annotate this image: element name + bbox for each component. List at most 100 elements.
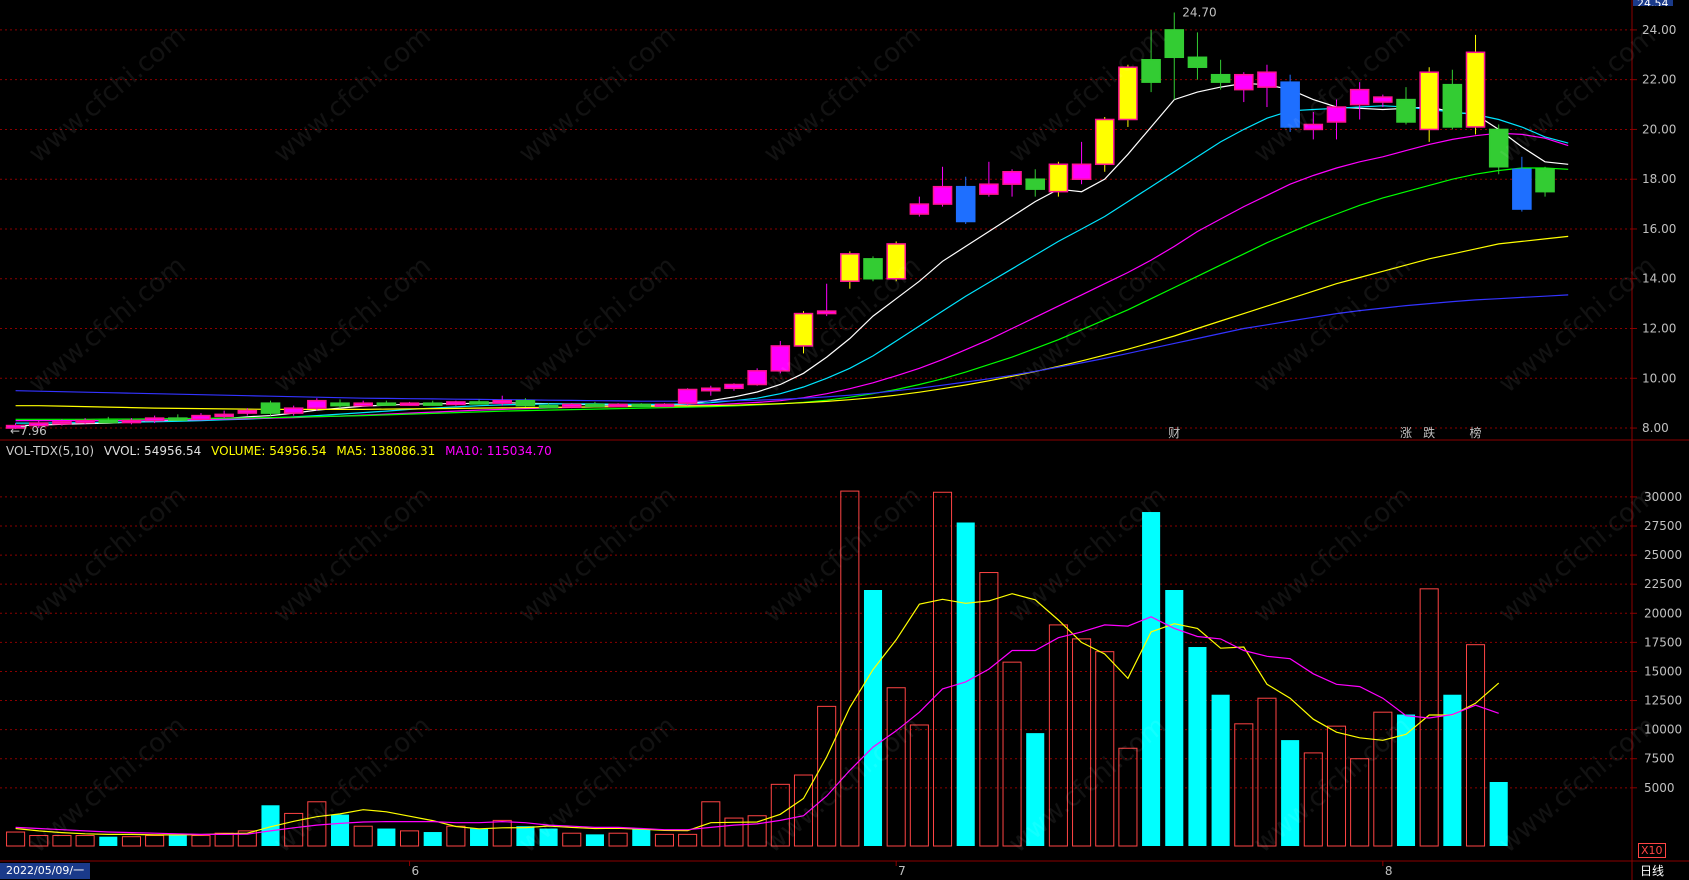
- candle-body[interactable]: [144, 417, 165, 422]
- candle-body[interactable]: [1488, 128, 1509, 168]
- candle-body[interactable]: [75, 419, 95, 424]
- candle-body[interactable]: [1071, 163, 1092, 180]
- candle-body[interactable]: [1234, 73, 1254, 91]
- volume-bar[interactable]: [1118, 747, 1138, 847]
- volume-bar[interactable]: [52, 835, 72, 847]
- volume-bar[interactable]: [330, 814, 350, 846]
- candle-body[interactable]: [98, 419, 119, 424]
- candle-body[interactable]: [446, 401, 466, 406]
- candle-body[interactable]: [863, 258, 883, 280]
- candle-body[interactable]: [816, 310, 837, 315]
- candle-body[interactable]: [701, 387, 721, 392]
- date-label[interactable]: 2022/05/09/一: [0, 863, 91, 879]
- candle-body[interactable]: [1373, 96, 1393, 103]
- volume-bar[interactable]: [932, 491, 953, 847]
- volume-bar[interactable]: [817, 705, 837, 847]
- candle-body[interactable]: [1419, 71, 1439, 131]
- candle-body[interactable]: [1280, 81, 1300, 128]
- candle-body[interactable]: [469, 401, 489, 405]
- candle-body[interactable]: [1118, 66, 1138, 121]
- candle-body[interactable]: [121, 419, 142, 424]
- candle-body[interactable]: [1465, 51, 1486, 128]
- candle-body[interactable]: [1396, 98, 1416, 123]
- volume-bar[interactable]: [1281, 740, 1300, 846]
- volume-bar[interactable]: [1303, 752, 1323, 847]
- volume-bar[interactable]: [168, 834, 187, 846]
- volume-bar[interactable]: [1489, 782, 1508, 846]
- candle-body[interactable]: [886, 243, 906, 280]
- candle-body[interactable]: [353, 402, 373, 407]
- candle-body[interactable]: [1512, 168, 1532, 210]
- event-marker[interactable]: 榜: [1470, 425, 1482, 440]
- volume-bar[interactable]: [1257, 697, 1277, 847]
- candle-body[interactable]: [1303, 123, 1324, 131]
- candle-body[interactable]: [1210, 73, 1231, 83]
- volume-bar[interactable]: [886, 687, 906, 847]
- volume-bar[interactable]: [1072, 638, 1092, 847]
- volume-bar[interactable]: [1026, 733, 1045, 846]
- event-marker[interactable]: 财: [1168, 426, 1180, 440]
- volume-bar[interactable]: [678, 833, 698, 847]
- volume-bar[interactable]: [562, 832, 582, 847]
- candle-body[interactable]: [168, 417, 188, 421]
- candle-body[interactable]: [214, 413, 234, 418]
- event-marker[interactable]: 跌: [1423, 425, 1435, 440]
- volume-bar[interactable]: [446, 825, 466, 847]
- candle-body[interactable]: [677, 388, 698, 404]
- volume-bar[interactable]: [400, 830, 420, 847]
- volume-bar[interactable]: [654, 833, 674, 847]
- volume-bar[interactable]: [470, 828, 489, 846]
- candle-body[interactable]: [932, 185, 953, 205]
- candle-body[interactable]: [399, 402, 420, 406]
- candle-body[interactable]: [840, 253, 860, 282]
- indicator-name[interactable]: VOL-TDX(5,10): [6, 444, 94, 458]
- volume-bar[interactable]: [1211, 694, 1230, 846]
- candle-body[interactable]: [793, 312, 814, 347]
- candle-body[interactable]: [191, 414, 211, 421]
- candle-body[interactable]: [631, 403, 652, 408]
- candle-body[interactable]: [770, 345, 791, 372]
- period-label[interactable]: 日线: [1640, 862, 1664, 879]
- volume-bar[interactable]: [29, 835, 49, 847]
- candle-body[interactable]: [538, 404, 559, 409]
- candle-body[interactable]: [376, 402, 397, 406]
- candle-body[interactable]: [1141, 59, 1161, 83]
- candle-body[interactable]: [492, 399, 513, 404]
- volume-bar[interactable]: [145, 835, 165, 847]
- candle-body[interactable]: [1002, 170, 1022, 185]
- volume-bar[interactable]: [1373, 711, 1393, 847]
- candle-body[interactable]: [724, 383, 744, 389]
- volume-bar[interactable]: [353, 825, 373, 847]
- volume-bar[interactable]: [1002, 661, 1022, 847]
- candle-body[interactable]: [955, 185, 976, 223]
- volume-bar[interactable]: [75, 835, 95, 847]
- candle-body[interactable]: [1442, 83, 1463, 128]
- volume-bar[interactable]: [6, 831, 26, 847]
- volume-bar[interactable]: [840, 490, 860, 847]
- volume-bar[interactable]: [1142, 512, 1161, 846]
- volume-bar[interactable]: [1095, 651, 1115, 847]
- volume-bar[interactable]: [516, 826, 535, 846]
- candle-body[interactable]: [283, 407, 304, 414]
- volume-bar[interactable]: [423, 832, 442, 846]
- volume-bar[interactable]: [539, 828, 558, 846]
- candle-body[interactable]: [747, 370, 767, 386]
- candle-body[interactable]: [1187, 56, 1208, 68]
- volume-bar[interactable]: [770, 783, 790, 847]
- candle-body[interactable]: [654, 403, 675, 408]
- volume-bar[interactable]: [99, 836, 118, 846]
- volume-bar[interactable]: [632, 828, 651, 846]
- candle-body[interactable]: [585, 403, 605, 408]
- event-marker[interactable]: 涨: [1400, 425, 1412, 440]
- candle-body[interactable]: [260, 402, 281, 414]
- candle-body[interactable]: [561, 403, 582, 408]
- candle-body[interactable]: [237, 409, 258, 414]
- volume-bar[interactable]: [1465, 644, 1486, 847]
- candle-body[interactable]: [1164, 29, 1185, 59]
- volume-bar[interactable]: [307, 801, 327, 847]
- volume-bar[interactable]: [191, 835, 211, 847]
- candle-body[interactable]: [307, 399, 327, 409]
- volume-bar[interactable]: [1048, 624, 1068, 847]
- volume-bar[interactable]: [284, 812, 304, 847]
- candle-body[interactable]: [330, 402, 350, 407]
